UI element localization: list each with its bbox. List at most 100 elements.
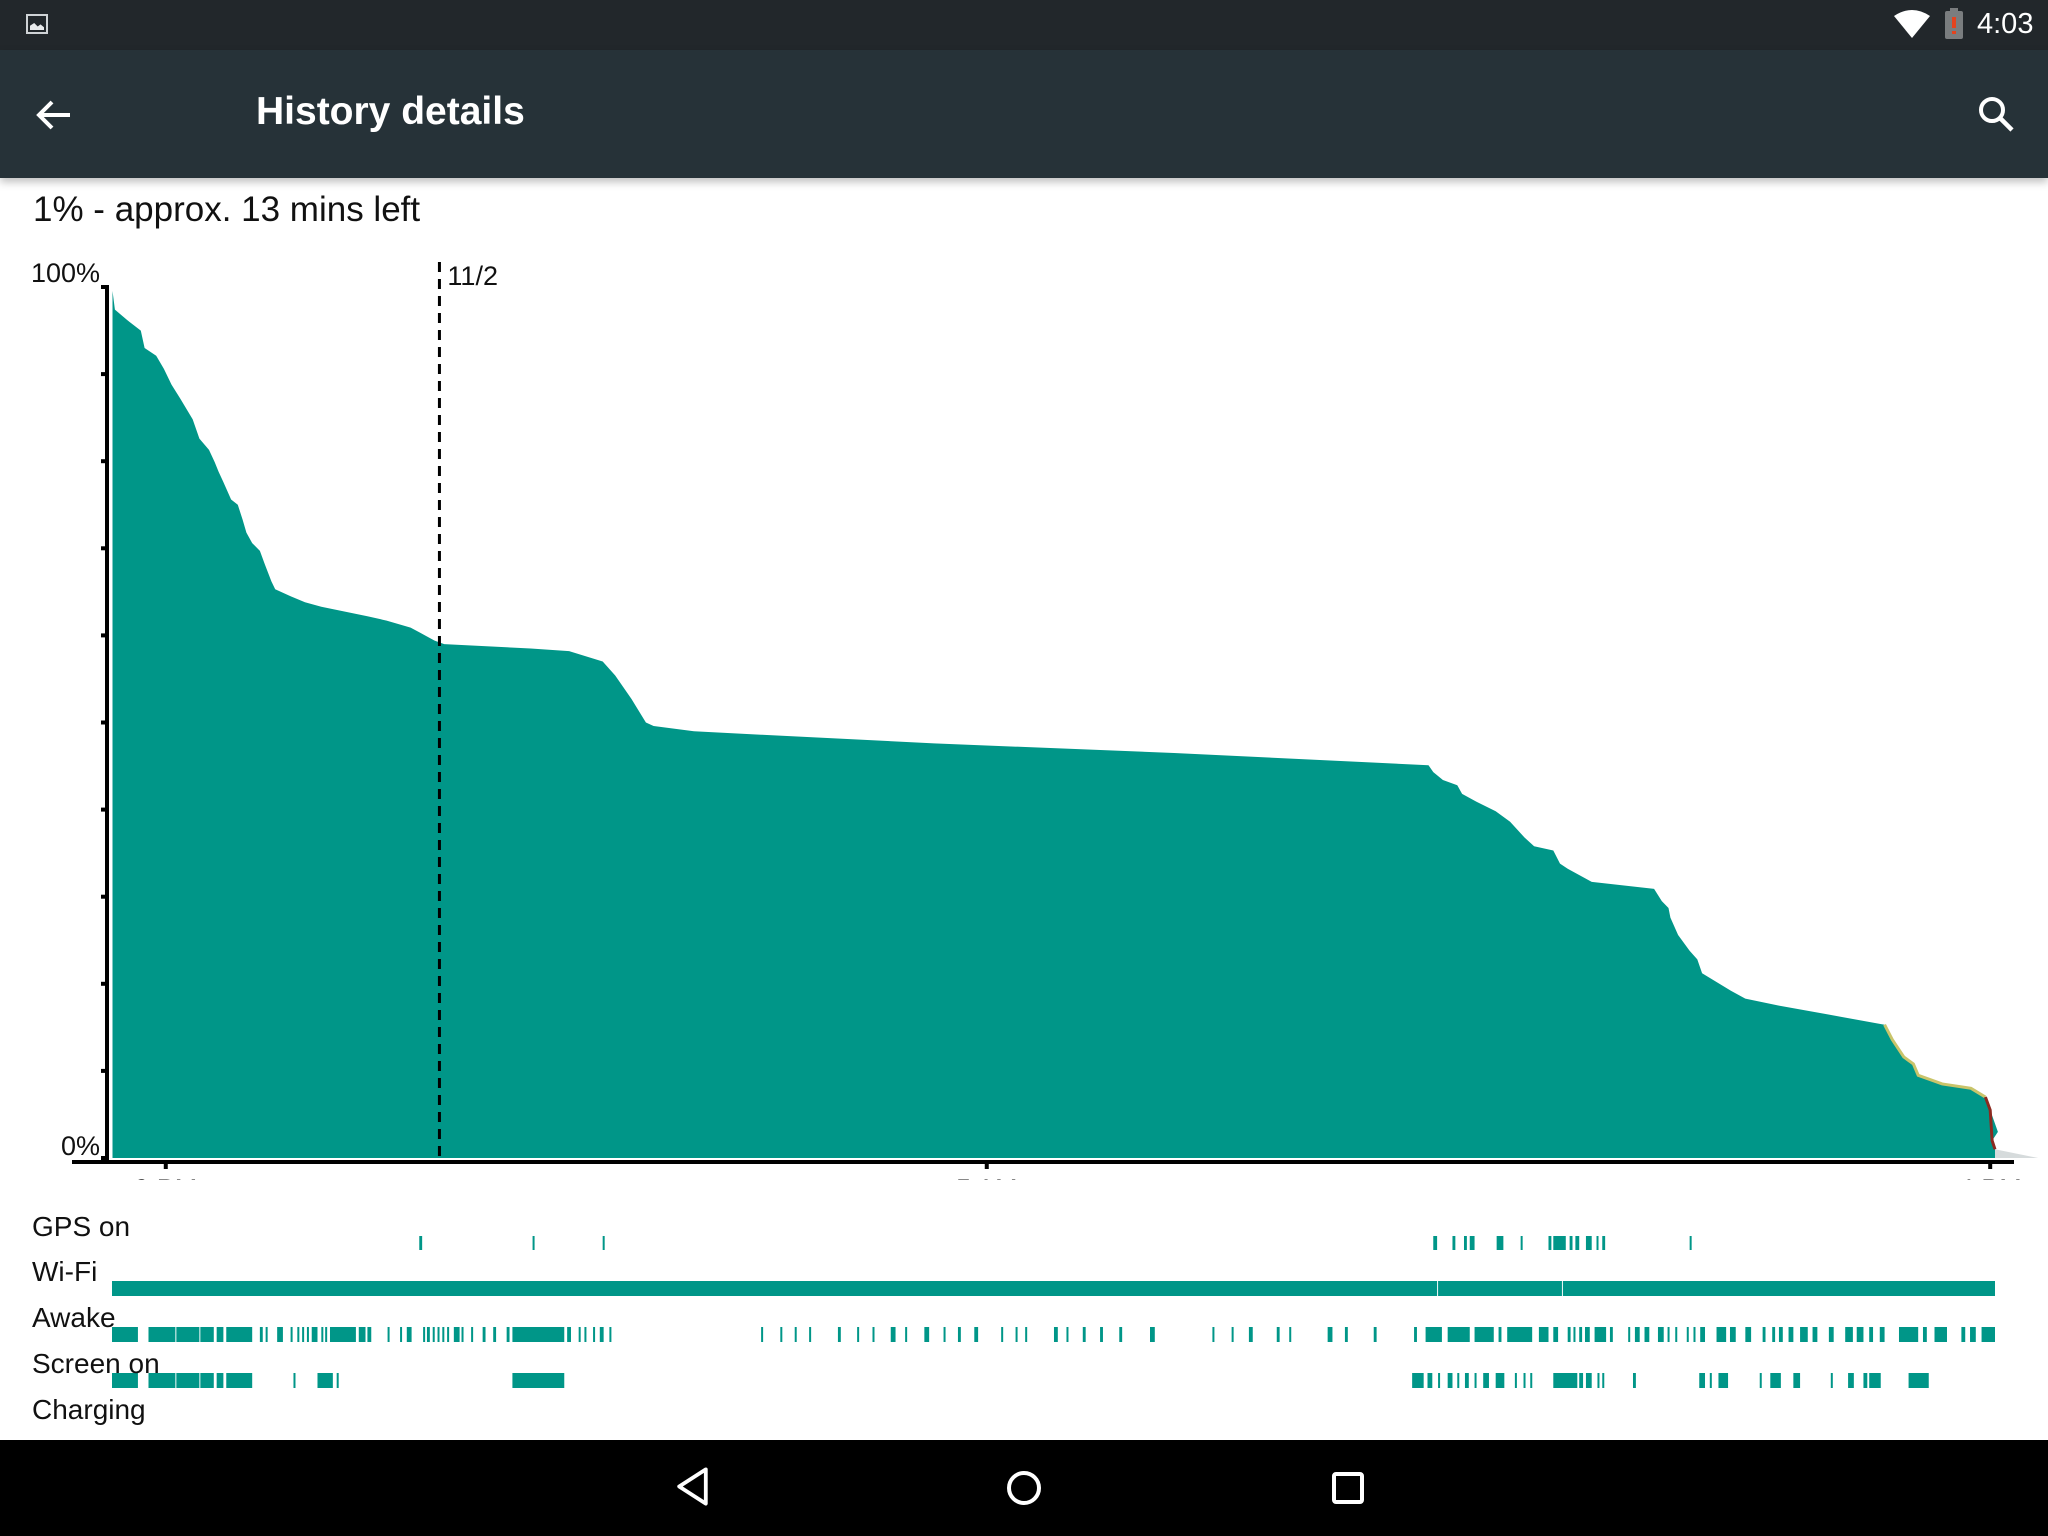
track-bar-gps-on: [1602, 1236, 1606, 1250]
battery-summary: 1% - approx. 13 mins left: [33, 190, 421, 229]
track-bar-awake: [1248, 1327, 1253, 1342]
track-bar-screen-on: [1597, 1373, 1600, 1388]
track-bar-awake: [1150, 1327, 1155, 1342]
track-bar-awake: [1425, 1327, 1442, 1342]
track-bar-awake: [426, 1327, 430, 1342]
track-bar-awake: [599, 1327, 604, 1342]
activity-tracks: GPS on Wi-Fi Awake Screen on Charging: [0, 1200, 2048, 1440]
track-bar-screen-on: [1602, 1373, 1605, 1388]
track-bar-awake: [1573, 1327, 1576, 1342]
track-bar-awake: [1594, 1327, 1607, 1342]
track-bar-wi-fi: [1562, 1281, 1995, 1296]
track-bar-awake: [1609, 1327, 1613, 1342]
track-bar-awake: [1657, 1327, 1664, 1342]
track-bar-gps-on: [1553, 1236, 1566, 1250]
track-bar-awake: [148, 1327, 176, 1342]
track-bar-awake: [584, 1327, 587, 1342]
track-bar-screen-on: [1869, 1373, 1881, 1388]
status-bar: 4:03: [0, 0, 2048, 50]
track-bar-awake: [1231, 1327, 1234, 1342]
track-bar-awake: [1066, 1327, 1069, 1342]
track-bar-awake: [1053, 1327, 1058, 1342]
track-bar-gps-on: [602, 1236, 605, 1250]
track-bar-awake: [1373, 1327, 1377, 1342]
track-bar-gps-on: [1520, 1236, 1523, 1250]
track-bar-awake: [905, 1327, 908, 1342]
app-bar: History details: [0, 50, 2048, 178]
track-bar-awake: [493, 1327, 497, 1342]
track-label-charging: Charging: [32, 1394, 146, 1425]
track-bar-screen-on: [1579, 1373, 1584, 1388]
track-bar-awake: [265, 1327, 268, 1342]
x-tick-label: 4 PM: [1959, 1174, 2022, 1180]
nav-home-icon[interactable]: [994, 1458, 1054, 1518]
x-tick-label: 5 AM: [956, 1174, 1018, 1180]
track-bar-awake: [1414, 1327, 1417, 1342]
track-bar-awake: [1289, 1327, 1292, 1342]
track-bar-awake: [593, 1327, 596, 1342]
track-bar-awake: [311, 1327, 318, 1342]
track-bar-screen-on: [200, 1373, 214, 1388]
nav-recents-icon[interactable]: [1318, 1458, 1378, 1518]
track-bar-gps-on: [1433, 1236, 1438, 1250]
track-bar-awake: [761, 1327, 764, 1342]
track-bar-awake: [176, 1327, 200, 1342]
track-bar-awake: [367, 1327, 372, 1342]
track-bar-gps-on: [1548, 1236, 1552, 1250]
track-bar-screen-on: [226, 1373, 253, 1388]
track-bar-awake: [1579, 1327, 1583, 1342]
track-bar-awake: [471, 1327, 474, 1342]
track-bar-awake: [453, 1327, 460, 1342]
track-bar-gps-on: [1496, 1236, 1504, 1250]
track-bar-awake: [226, 1327, 253, 1342]
track-bar-screen-on: [1474, 1373, 1477, 1388]
track-bar-awake: [447, 1327, 450, 1342]
track-bar-awake: [423, 1327, 426, 1342]
track-bar-awake: [1584, 1327, 1590, 1342]
gallery-notification-icon: [26, 14, 48, 34]
track-bar-awake: [506, 1327, 510, 1342]
track-bar-screen-on: [1759, 1373, 1762, 1388]
track-bar-awake: [1922, 1327, 1927, 1342]
track-bar-awake: [400, 1327, 403, 1342]
track-bar-screen-on: [1553, 1373, 1578, 1388]
track-bar-awake: [1716, 1327, 1727, 1342]
track-bar-screen-on: [1514, 1373, 1517, 1388]
track-bar-awake: [406, 1327, 412, 1342]
track-bar-awake: [837, 1327, 841, 1342]
track-bar-awake: [1474, 1327, 1494, 1342]
nav-back-icon[interactable]: [670, 1458, 730, 1518]
arrow-back-icon[interactable]: [30, 90, 80, 140]
search-icon[interactable]: [1972, 90, 2022, 140]
track-bar-awake: [200, 1327, 214, 1342]
track-bar-screen-on: [1464, 1373, 1469, 1388]
track-bar-screen-on: [1585, 1373, 1592, 1388]
track-bar-awake: [1729, 1327, 1736, 1342]
page-title: History details: [256, 90, 525, 133]
track-bar-awake: [1119, 1327, 1123, 1342]
track-bar-awake: [387, 1327, 390, 1342]
track-bar-screen-on: [1412, 1373, 1424, 1388]
track-bar-awake: [1879, 1327, 1885, 1342]
track-bar-screen-on: [1718, 1373, 1729, 1388]
track-bar-awake: [1644, 1327, 1650, 1342]
wifi-icon: [1894, 10, 1930, 38]
track-bar-awake: [325, 1327, 328, 1342]
track-label-screen-on: Screen on: [32, 1348, 160, 1379]
track-bar-screen-on: [317, 1373, 333, 1388]
track-bar-awake: [1100, 1327, 1103, 1342]
track-bar-awake: [1447, 1327, 1470, 1342]
track-bar-awake: [290, 1327, 293, 1342]
track-bar-awake: [857, 1327, 860, 1342]
track-bar-awake: [943, 1327, 946, 1342]
track-bar-awake: [329, 1327, 356, 1342]
track-bar-awake: [306, 1327, 309, 1342]
track-bar-awake: [1675, 1327, 1678, 1342]
track-bar-awake: [794, 1327, 797, 1342]
track-bar-awake: [482, 1327, 486, 1342]
track-bar-gps-on: [1689, 1236, 1692, 1250]
track-bar-screen-on: [1848, 1373, 1854, 1388]
track-bar-awake: [1898, 1327, 1919, 1342]
track-bar-screen-on: [293, 1373, 296, 1388]
track-bar-awake: [432, 1327, 435, 1342]
